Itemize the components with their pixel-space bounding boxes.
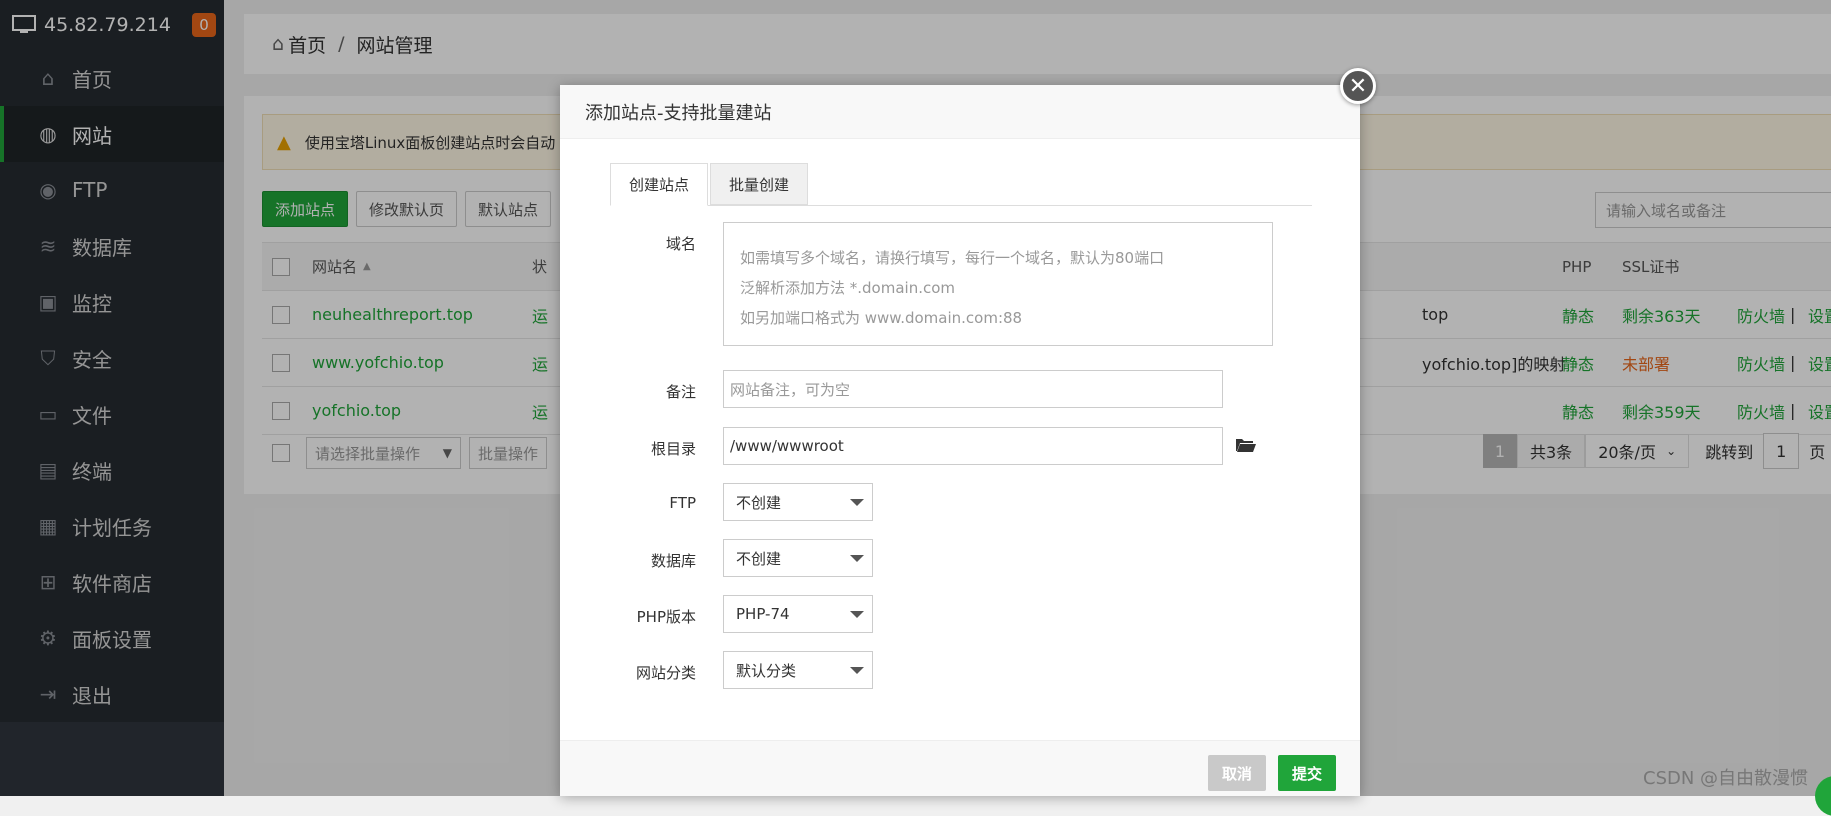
ftp-label: FTP <box>669 494 696 512</box>
dialog-title: 添加站点-支持批量建站 <box>560 85 1360 139</box>
php-version-select[interactable]: PHP-74 <box>723 595 873 633</box>
ftp-select-value: 不创建 <box>736 493 782 512</box>
category-label: 网站分类 <box>635 664 696 682</box>
close-icon[interactable]: ✕ <box>1340 68 1376 104</box>
dialog-tabs: 创建站点 批量创建 <box>610 163 1312 206</box>
php-version-value: PHP-74 <box>736 605 790 623</box>
tab-create-site[interactable]: 创建站点 <box>610 163 709 206</box>
caret-down-icon <box>850 667 864 674</box>
database-select[interactable]: 不创建 <box>723 539 873 577</box>
watermark: CSDN @自由散漫惯 <box>1643 768 1809 789</box>
root-dir-input[interactable]: /www/wwwroot <box>723 427 1223 465</box>
remark-input[interactable]: 网站备注，可为空 <box>723 370 1223 408</box>
caret-down-icon <box>850 499 864 506</box>
add-site-dialog: 添加站点-支持批量建站 创建站点 批量创建 域名 如需填写多个域名，请换行填写，… <box>560 85 1360 796</box>
root-dir-label: 根目录 <box>650 440 696 458</box>
domain-placeholder-line: 如另加端口格式为 www.domain.com:88 <box>740 309 1023 327</box>
folder-open-icon[interactable] <box>1235 437 1257 453</box>
domain-textarea[interactable]: 如需填写多个域名，请换行填写，每行一个域名，默认为80端口 泛解析添加方法 *.… <box>723 222 1273 346</box>
database-select-value: 不创建 <box>736 549 782 568</box>
tab-batch-create[interactable]: 批量创建 <box>710 163 809 205</box>
cancel-button[interactable]: 取消 <box>1208 755 1267 791</box>
domain-placeholder-line: 如需填写多个域名，请换行填写，每行一个域名，默认为80端口 <box>740 249 1165 267</box>
ftp-select[interactable]: 不创建 <box>723 483 873 521</box>
dialog-footer: 取消 提交 <box>560 740 1360 796</box>
caret-down-icon <box>850 611 864 618</box>
domain-label: 域名 <box>665 235 696 253</box>
php-version-label: PHP版本 <box>636 608 696 626</box>
submit-button[interactable]: 提交 <box>1278 755 1337 791</box>
domain-placeholder-line: 泛解析添加方法 *.domain.com <box>740 279 956 297</box>
remark-label: 备注 <box>665 383 696 401</box>
caret-down-icon <box>850 555 864 562</box>
database-label: 数据库 <box>650 552 696 570</box>
category-value: 默认分类 <box>736 661 797 680</box>
category-select[interactable]: 默认分类 <box>723 651 873 689</box>
